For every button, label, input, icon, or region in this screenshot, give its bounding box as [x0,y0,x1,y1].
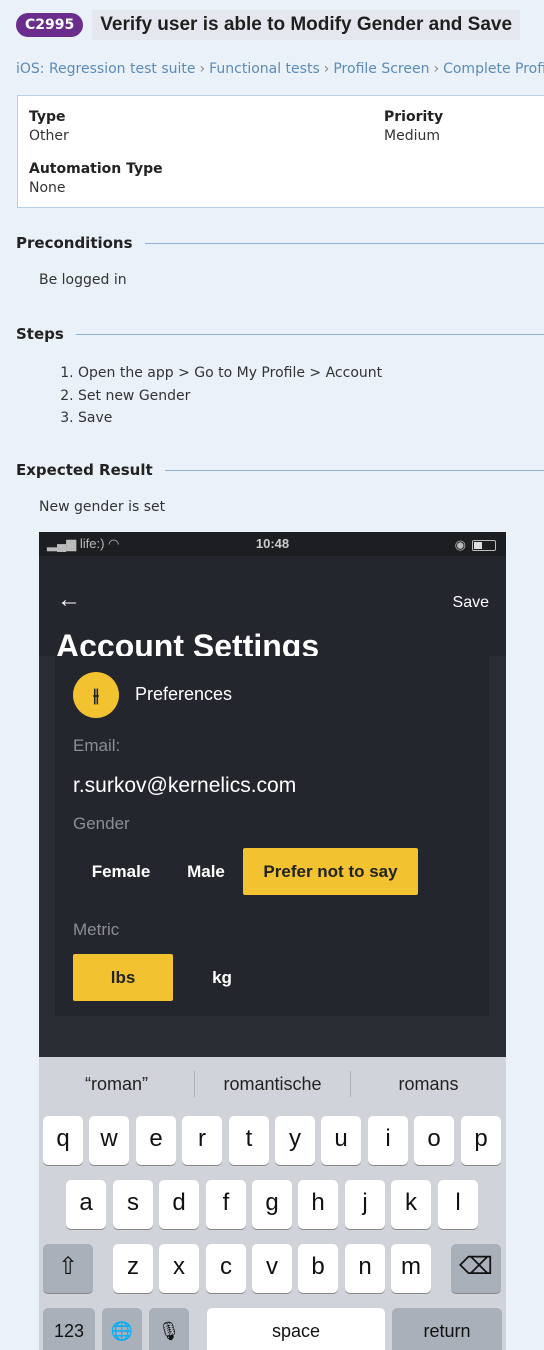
ios-keyboard: “roman” romantische romans q w e r t y u… [39,1057,506,1350]
key[interactable]: g [252,1180,292,1229]
step-item: Set new Gender [78,385,382,408]
page-title: Verify user is able to Modify Gender and… [92,10,521,40]
step-item: Save [78,407,382,430]
key[interactable]: y [275,1116,315,1165]
suggestion-item[interactable]: romans [351,1074,506,1095]
key[interactable]: c [206,1244,246,1293]
steps-list: Open the app > Go to My Profile > Accoun… [40,362,382,430]
settings-card: ⫲ Preferences Email: r.surkov@kernelics.… [55,656,489,1016]
nav-bar: ← Save Account Settings [39,556,506,664]
page-header: C2995 Verify user is able to Modify Gend… [16,10,521,40]
key[interactable]: l [438,1180,478,1229]
phone-screenshot: ▂▄▆ life:) ◠ 10:48 ◉ ← Save Account Sett… [39,532,506,1350]
expected-section: Expected Result [16,461,544,479]
key[interactable]: r [182,1116,222,1165]
backspace-icon[interactable]: ⌫ [451,1244,501,1293]
divider [164,469,544,471]
case-id-badge: C2995 [16,13,84,37]
shift-key[interactable]: ⇧ [43,1244,93,1293]
key[interactable]: q [43,1116,83,1165]
key[interactable]: h [298,1180,338,1229]
key[interactable]: m [391,1244,431,1293]
breadcrumb-item[interactable]: Functional tests [209,61,320,77]
battery-icon [472,539,496,551]
automation-label: Automation Type [29,161,163,177]
divider [75,333,544,335]
return-key[interactable]: return [392,1308,502,1350]
key[interactable]: i [368,1116,408,1165]
numbers-key[interactable]: 123 [43,1308,95,1350]
key[interactable]: o [414,1116,454,1165]
breadcrumb-item[interactable]: Complete Profile [443,61,544,77]
type-value: Other [29,128,69,144]
metric-option-kg[interactable]: kg [177,954,267,1001]
key[interactable]: s [113,1180,153,1229]
key[interactable]: t [229,1116,269,1165]
gender-option-female[interactable]: Female [73,848,169,895]
suggestion-item[interactable]: romantische [195,1074,350,1095]
metric-label: Metric [73,920,120,939]
key[interactable]: b [298,1244,338,1293]
arrow-left-icon[interactable]: ← [57,586,81,614]
expected-text: New gender is set [39,499,166,515]
properties-panel: Type Other Priority Medium Automation Ty… [17,95,544,208]
key[interactable]: w [89,1116,129,1165]
breadcrumb: iOS: Regression test suite › Functional te… [16,61,544,77]
priority-label: Priority [384,109,444,125]
lock-rotation-icon: ◉ [454,537,466,552]
breadcrumb-item[interactable]: iOS: Regression test suite [16,61,195,77]
key[interactable]: u [321,1116,361,1165]
microphone-icon[interactable]: 🎙 [149,1308,189,1350]
key[interactable]: j [345,1180,385,1229]
key[interactable]: d [159,1180,199,1229]
metric-option-lbs[interactable]: lbs [73,954,173,1001]
status-right: ◉ [455,537,496,553]
status-time: 10:48 [255,536,290,551]
preconditions-text: Be logged in [39,272,127,288]
step-item: Open the app > Go to My Profile > Accoun… [78,362,382,385]
key[interactable]: p [461,1116,501,1165]
gender-option-male[interactable]: Male [173,848,239,895]
automation-value: None [29,180,66,196]
email-value[interactable]: r.surkov@kernelics.com [73,774,296,798]
suggestion-bar: “roman” romantische romans [39,1057,506,1111]
key[interactable]: v [252,1244,292,1293]
priority-value: Medium [384,128,440,144]
space-key[interactable]: space [207,1308,385,1350]
key[interactable]: e [136,1116,176,1165]
type-label: Type [29,109,66,125]
key[interactable]: a [66,1180,106,1229]
globe-icon[interactable]: 🌐 [102,1308,142,1350]
preconditions-heading: Preconditions [16,234,133,252]
expected-heading: Expected Result [16,461,153,479]
key[interactable]: n [345,1244,385,1293]
gender-option-prefer-not[interactable]: Prefer not to say [243,848,418,895]
sliders-icon[interactable]: ⫲ [73,672,119,718]
preferences-label[interactable]: Preferences [135,684,232,705]
steps-section: Steps [16,325,544,343]
status-bar: ▂▄▆ life:) ◠ 10:48 ◉ [39,532,506,556]
priority-prop: Priority Medium [384,109,443,144]
save-button[interactable]: Save [453,594,489,612]
divider [144,242,544,244]
steps-heading: Steps [16,325,64,343]
breadcrumb-item[interactable]: Profile Screen [333,61,429,77]
preconditions-section: Preconditions [16,234,544,252]
key[interactable]: f [206,1180,246,1229]
automation-prop: Automation Type None [29,161,163,196]
email-label: Email: [73,736,121,755]
key[interactable]: k [391,1180,431,1229]
gender-label: Gender [73,814,130,833]
suggestion-item[interactable]: “roman” [39,1074,194,1095]
key[interactable]: z [113,1244,153,1293]
key[interactable]: x [159,1244,199,1293]
type-prop: Type Other [29,109,69,144]
